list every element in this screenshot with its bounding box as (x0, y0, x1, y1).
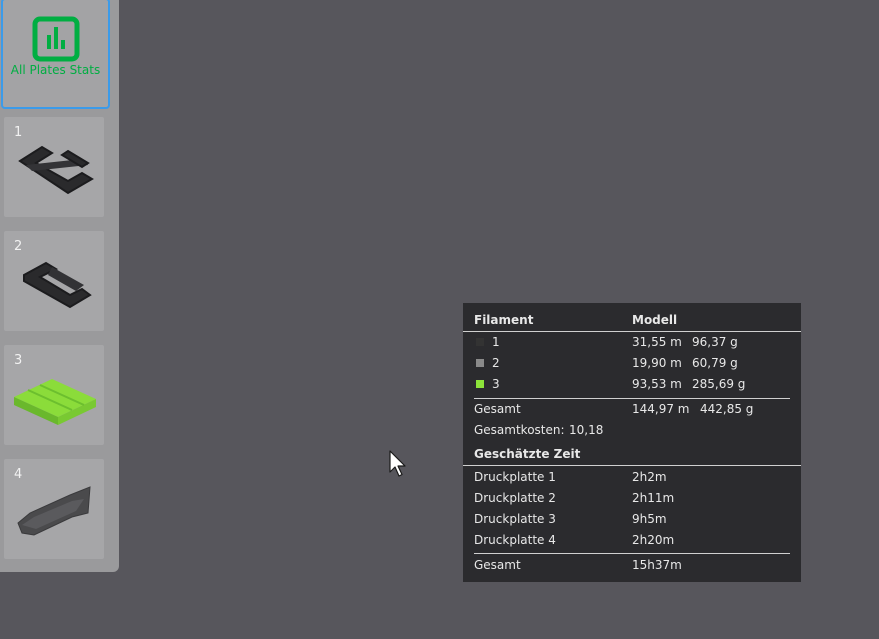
plate-1-label: Druckplatte 1 (474, 470, 556, 484)
header-divider (463, 331, 801, 332)
sliced-stats-panel: Filament Modell 1 31,55 m 96,37 g 2 19,9… (463, 303, 801, 582)
plate-1-model-preview (18, 145, 94, 195)
total-cost-label: Gesamtkosten: (474, 423, 565, 437)
filament-2-id: 2 (492, 356, 500, 370)
time-divider (474, 553, 790, 554)
filament-total-label: Gesamt (474, 402, 521, 416)
plate-2-label: Druckplatte 2 (474, 491, 556, 505)
filament-header: Filament (474, 313, 534, 327)
filament-1-id: 1 (492, 335, 500, 349)
filament-1-weight: 96,37 g (692, 335, 738, 349)
filament-3-id: 3 (492, 377, 500, 391)
filament-3-swatch (476, 380, 484, 388)
plate-3-time: 9h5m (632, 512, 667, 526)
plate-3-model-preview (14, 379, 96, 425)
model-header: Modell (632, 313, 678, 327)
filament-1-swatch (476, 338, 484, 346)
plate-1-time: 2h2m (632, 470, 667, 484)
time-total-label: Gesamt (474, 558, 521, 572)
plate-thumbnail-2[interactable]: 2 (4, 231, 104, 331)
all-plates-stats-label: All Plates Stats (10, 63, 101, 77)
filament-2-weight: 60,79 g (692, 356, 738, 370)
filament-divider (474, 398, 790, 399)
filament-2-swatch (476, 359, 484, 367)
plate-thumbnail-3[interactable]: 3 (4, 345, 104, 445)
plate-2-time: 2h11m (632, 491, 675, 505)
plate-4-label: Druckplatte 4 (474, 533, 556, 547)
filament-total-length: 144,97 m (632, 402, 690, 416)
mouse-cursor-icon (389, 450, 406, 477)
plate-4-model-preview (17, 486, 91, 536)
plate-3-label: Druckplatte 3 (474, 512, 556, 526)
filament-total-weight: 442,85 g (700, 402, 754, 416)
plate-thumbnail-1[interactable]: 1 (4, 117, 104, 217)
filament-1-length: 31,55 m (632, 335, 682, 349)
time-total-value: 15h37m (632, 558, 682, 572)
plate-4-time: 2h20m (632, 533, 675, 547)
total-cost-value: 10,18 (569, 423, 604, 437)
filament-2-length: 19,90 m (632, 356, 682, 370)
plate-thumbnail-4[interactable]: 4 (4, 459, 104, 559)
bar-chart-icon (32, 16, 80, 62)
filament-3-length: 93,53 m (632, 377, 682, 391)
all-plates-stats-button[interactable]: All Plates Stats (1, 0, 110, 109)
filament-3-weight: 285,69 g (692, 377, 746, 391)
plate-2-model-preview (23, 261, 92, 309)
time-header-divider (463, 465, 801, 466)
estimated-time-header: Geschätzte Zeit (474, 447, 581, 461)
plate-sidebar: All Plates Stats 1 2 3 4 (0, 0, 119, 572)
